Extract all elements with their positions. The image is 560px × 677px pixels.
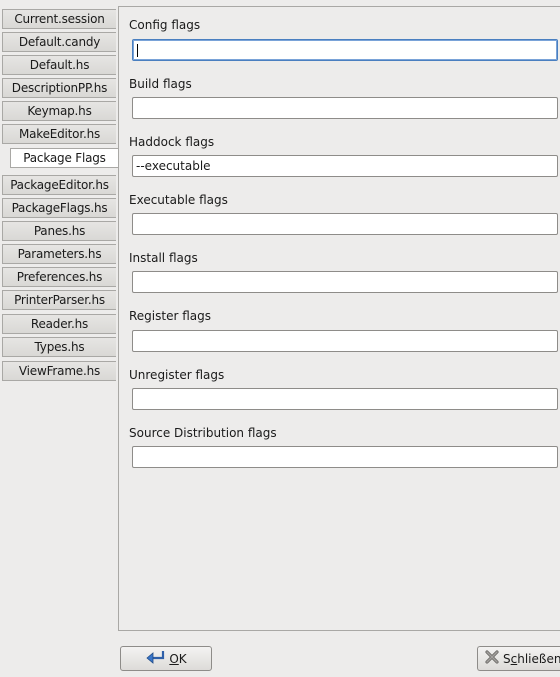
tab-current-session[interactable]: Current.session — [2, 9, 116, 29]
haddock-flags-label: Haddock flags — [129, 135, 215, 149]
install-flags-field[interactable] — [132, 271, 558, 293]
unregister-flags-field[interactable] — [132, 388, 558, 410]
haddock-flags-value: --executable — [136, 159, 211, 173]
build-flags-field[interactable] — [132, 97, 558, 119]
tab-packageflags-hs[interactable]: PackageFlags.hs — [2, 198, 116, 218]
tab-printerparser-hs[interactable]: PrinterParser.hs — [2, 290, 116, 310]
tab-types-hs[interactable]: Types.hs — [2, 337, 116, 357]
unregister-flags-label: Unregister flags — [129, 368, 225, 382]
register-flags-label: Register flags — [129, 309, 212, 323]
ok-arrow-icon — [145, 649, 165, 668]
tab-makeeditor-hs[interactable]: MakeEditor.hs — [2, 124, 116, 144]
package-flags-panel: Config flags Build flags Haddock flags -… — [118, 6, 560, 631]
tab-default-candy[interactable]: Default.candy — [2, 32, 116, 52]
executable-flags-label: Executable flags — [129, 193, 228, 207]
notebook-tabs: Current.session Default.candy Default.hs… — [0, 0, 118, 677]
config-flags-field[interactable] — [132, 39, 558, 61]
register-flags-field[interactable] — [132, 330, 558, 352]
close-x-icon — [485, 650, 499, 667]
text-caret — [137, 44, 138, 57]
ok-label: OK — [169, 651, 187, 666]
close-label: Schließen — [503, 651, 560, 666]
tab-parameters-hs[interactable]: Parameters.hs — [2, 244, 116, 264]
config-flags-label: Config flags — [129, 18, 201, 32]
tab-preferences-hs[interactable]: Preferences.hs — [2, 267, 116, 287]
tab-panes-hs[interactable]: Panes.hs — [2, 221, 116, 241]
install-flags-label: Install flags — [129, 251, 198, 265]
tab-default-hs[interactable]: Default.hs — [2, 55, 116, 75]
tab-viewframe-hs[interactable]: ViewFrame.hs — [2, 361, 116, 381]
source-distribution-flags-field[interactable] — [132, 446, 558, 468]
tab-packageeditor-hs[interactable]: PackageEditor.hs — [2, 175, 116, 195]
tab-reader-hs[interactable]: Reader.hs — [2, 314, 116, 334]
tab-keymap-hs[interactable]: Keymap.hs — [2, 101, 116, 121]
build-flags-label: Build flags — [129, 77, 192, 91]
tab-descriptionpp-hs[interactable]: DescriptionPP.hs — [2, 78, 116, 98]
executable-flags-field[interactable] — [132, 213, 558, 235]
source-distribution-flags-label: Source Distribution flags — [129, 426, 277, 440]
close-button[interactable]: Schließen — [477, 646, 560, 671]
tab-package-flags[interactable]: Package Flags — [10, 148, 118, 168]
ok-button[interactable]: OK — [120, 646, 212, 671]
haddock-flags-field[interactable]: --executable — [132, 155, 558, 177]
